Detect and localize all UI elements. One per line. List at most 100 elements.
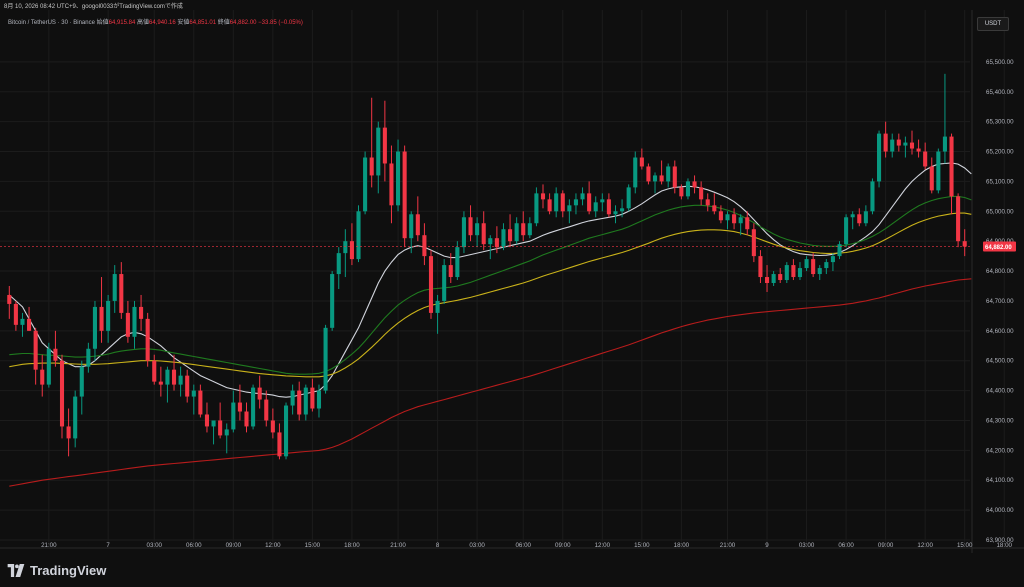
y-tick-label: 65,000.00 <box>986 208 1014 215</box>
y-tick-label: 65,200.00 <box>986 149 1014 156</box>
candle-body <box>942 136 947 152</box>
x-tick-label: 21:00 <box>41 542 57 549</box>
candle-body <box>863 211 868 224</box>
candle-body <box>527 223 532 236</box>
candle-body <box>455 247 460 278</box>
currency-badge[interactable]: USDT <box>977 17 1009 31</box>
x-tick-label: 8 <box>436 542 440 549</box>
candle-body <box>46 348 51 385</box>
candle-body <box>20 318 25 325</box>
candle-body <box>909 142 915 149</box>
y-tick-label: 64,400.00 <box>986 388 1014 395</box>
candle-body <box>244 411 249 427</box>
y-tick-label: 64,000.00 <box>986 507 1014 514</box>
brand[interactable]: TradingView <box>7 563 106 578</box>
candle-body <box>488 238 493 245</box>
candle-body <box>501 229 506 248</box>
close-label: 終値 <box>217 20 230 26</box>
candle-body <box>593 202 598 212</box>
candle-body <box>699 187 704 200</box>
candle-body <box>27 318 32 331</box>
low-label: 安値 <box>177 20 190 26</box>
candle-body <box>86 348 91 367</box>
candle-body <box>659 175 664 182</box>
y-tick-label: 64,700.00 <box>986 298 1014 305</box>
x-tick-label: 03:00 <box>147 542 163 549</box>
candle-body <box>923 151 928 167</box>
x-tick-label: 09:00 <box>878 542 894 549</box>
candle-body <box>382 127 387 164</box>
candle-body <box>53 348 58 361</box>
chart-area[interactable]: 65,500.00 65,400.00 65,300.00 65,200.00 65,1… <box>0 10 1024 553</box>
open-label: 始値 <box>96 20 109 26</box>
low-value: 64,851.01 <box>189 20 217 26</box>
candle-body <box>791 265 796 278</box>
candle-body <box>850 214 855 218</box>
candle-body <box>277 432 282 457</box>
header-line: 8月 10, 2026 08:42 UTC+9、googol0033がTradi… <box>4 4 183 10</box>
candle-body <box>224 429 229 436</box>
y-tick-label: 65,300.00 <box>986 119 1014 126</box>
candle-body <box>771 274 776 284</box>
x-tick-label: 12:00 <box>917 542 933 549</box>
candle-body <box>870 181 875 212</box>
candle-body <box>178 375 183 385</box>
candle-body <box>824 262 829 269</box>
candle-body <box>567 205 572 212</box>
candle-body <box>705 199 710 206</box>
candle-body <box>409 214 414 239</box>
candle-body <box>468 217 473 236</box>
candle-body <box>396 151 401 206</box>
x-tick-label: 12:00 <box>265 542 281 549</box>
candle-body <box>830 256 835 263</box>
candle-body <box>949 136 954 197</box>
candle-body <box>732 214 737 224</box>
candle-body <box>231 402 236 430</box>
moving-average-line-2 <box>9 195 972 375</box>
candle-body <box>59 360 65 427</box>
candle-body <box>725 214 730 221</box>
close-value: 64,882.00 <box>229 20 257 26</box>
candle-body <box>330 274 335 328</box>
candle-body <box>778 274 783 281</box>
y-tick-label: 64,800.00 <box>986 268 1014 275</box>
candlestick-chart[interactable]: 65,500.00 65,400.00 65,300.00 65,200.00 65,1… <box>0 10 1024 553</box>
candle-body <box>540 193 546 200</box>
candle-body <box>191 390 196 397</box>
y-tick-label: 64,600.00 <box>986 328 1014 335</box>
open-value: 64,915.84 <box>108 20 136 26</box>
candle-body <box>290 390 295 406</box>
candle-body <box>903 142 908 146</box>
candle-body <box>92 306 97 349</box>
candle-body <box>534 193 539 224</box>
candle-body <box>554 193 559 212</box>
candle-body <box>264 399 269 421</box>
footer-bar: TradingView <box>0 553 1024 587</box>
candle-body <box>211 420 216 427</box>
candle-body <box>916 148 921 152</box>
candle-body <box>626 187 631 209</box>
candle-body <box>573 199 578 206</box>
change-value: −33.85 (−0.05%) <box>258 20 303 26</box>
candle-body <box>817 268 822 275</box>
candle-body <box>13 303 18 325</box>
x-tick-label: 18:00 <box>996 542 1012 549</box>
y-tick-label: 64,300.00 <box>986 417 1014 424</box>
candle-body <box>758 256 763 278</box>
candle-body <box>448 265 453 278</box>
candle-body <box>171 369 177 385</box>
x-tick-label: 7 <box>106 542 110 549</box>
candle-body <box>718 211 723 221</box>
candle-body <box>145 318 150 361</box>
candle-body <box>804 259 809 269</box>
candle-body <box>323 327 328 391</box>
candle-body <box>547 199 552 212</box>
candle-body <box>389 163 394 206</box>
candle-body <box>257 387 262 400</box>
candle-body <box>112 274 117 301</box>
candle-body <box>139 306 144 319</box>
y-tick-label: 65,100.00 <box>986 178 1014 185</box>
candle-body <box>745 217 750 230</box>
candle-body <box>685 181 691 197</box>
candle-body <box>106 300 111 331</box>
